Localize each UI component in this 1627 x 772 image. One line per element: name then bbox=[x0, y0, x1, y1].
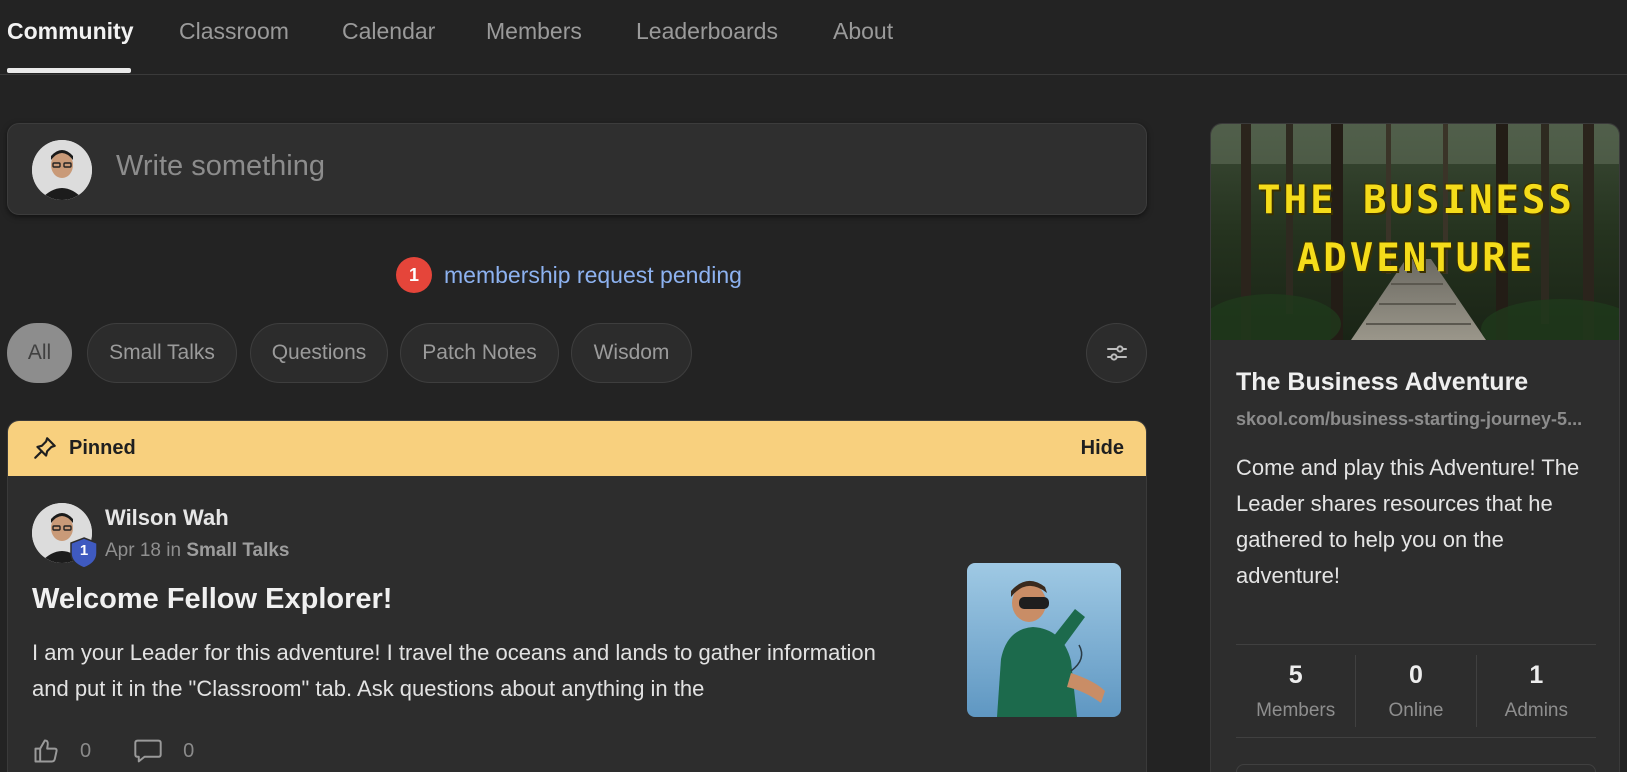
comment-button[interactable]: 0 bbox=[133, 738, 194, 764]
stat-online-label: Online bbox=[1388, 700, 1444, 721]
stat-members-label: Members bbox=[1256, 700, 1336, 721]
like-button[interactable]: 0 bbox=[32, 737, 91, 765]
post-category-link[interactable]: Small Talks bbox=[186, 540, 289, 561]
membership-request-link[interactable]: 1 membership request pending bbox=[396, 256, 742, 294]
sidebar-next-section bbox=[1236, 764, 1596, 772]
like-count: 0 bbox=[80, 739, 92, 762]
group-name: The Business Adventure bbox=[1236, 368, 1529, 396]
filter-chip-all[interactable]: All bbox=[7, 323, 72, 383]
level-badge: 1 bbox=[70, 537, 98, 569]
group-description: Come and play this Adventure! The Leader… bbox=[1236, 455, 1580, 588]
filter-chip-wisdom[interactable]: Wisdom bbox=[571, 323, 692, 383]
banner-title-line1: THE BUSINESS bbox=[1257, 178, 1575, 223]
thumbs-up-icon bbox=[34, 739, 58, 763]
comment-count: 0 bbox=[183, 739, 195, 762]
pinned-banner: Pinned Hide bbox=[8, 421, 1146, 476]
tab-members[interactable]: Members bbox=[486, 18, 582, 45]
post-composer[interactable]: Write something bbox=[7, 123, 1147, 215]
post-title[interactable]: Welcome Fellow Explorer! bbox=[32, 583, 392, 616]
group-banner[interactable]: THE BUSINESS ADVENTURE bbox=[1211, 124, 1619, 340]
hide-button[interactable]: Hide bbox=[1081, 437, 1124, 460]
pinned-post-card[interactable]: Pinned Hide 1 Wilson Wah Apr 18 in Small… bbox=[7, 420, 1147, 772]
group-info-card: THE BUSINESS ADVENTURE The Business Adve… bbox=[1210, 123, 1620, 772]
group-url[interactable]: skool.com/business-starting-journey-5... bbox=[1236, 409, 1606, 430]
pin-icon bbox=[34, 437, 56, 459]
post-meta: Apr 18 in Small Talks bbox=[105, 540, 290, 562]
post-in-word: in bbox=[166, 540, 182, 561]
post-thumbnail[interactable] bbox=[967, 563, 1121, 717]
pending-text[interactable]: membership request pending bbox=[444, 262, 742, 289]
tab-about[interactable]: About bbox=[833, 18, 893, 45]
top-nav: Community Classroom Calendar Members Lea… bbox=[0, 0, 1627, 75]
sliders-icon bbox=[1106, 345, 1127, 361]
write-something-input[interactable]: Write something bbox=[116, 150, 325, 183]
author-name[interactable]: Wilson Wah bbox=[105, 505, 229, 531]
stat-online-value: 0 bbox=[1409, 661, 1423, 689]
active-tab-indicator bbox=[7, 68, 131, 73]
user-avatar[interactable] bbox=[32, 140, 92, 200]
stat-admins-value: 1 bbox=[1529, 661, 1544, 689]
filter-chip-questions[interactable]: Questions bbox=[250, 323, 388, 383]
banner-title-line2: ADVENTURE bbox=[1296, 236, 1536, 281]
stat-members[interactable]: 5 Members bbox=[1236, 645, 1355, 737]
pending-count-badge: 1 bbox=[396, 257, 432, 293]
tab-community[interactable]: Community bbox=[7, 18, 134, 45]
stat-admins-label: Admins bbox=[1504, 700, 1568, 721]
post-body: I am your Leader for this adventure! I t… bbox=[32, 640, 876, 701]
stat-admins[interactable]: 1 Admins bbox=[1475, 655, 1596, 727]
filter-settings-button[interactable] bbox=[1086, 323, 1147, 383]
tab-leaderboards[interactable]: Leaderboards bbox=[636, 18, 778, 45]
tab-classroom[interactable]: Classroom bbox=[179, 18, 289, 45]
post-date: Apr 18 bbox=[105, 540, 161, 561]
tab-calendar[interactable]: Calendar bbox=[342, 18, 435, 45]
post-actions: 0 0 bbox=[32, 737, 236, 765]
filter-chip-small-talks[interactable]: Small Talks bbox=[87, 323, 237, 383]
stat-members-value: 5 bbox=[1288, 661, 1303, 689]
stat-online[interactable]: 0 Online bbox=[1355, 655, 1475, 727]
group-stats: 5 Members 0 Online 1 Admins bbox=[1236, 644, 1596, 738]
pinned-label: Pinned bbox=[69, 437, 136, 459]
comment-icon bbox=[134, 739, 162, 763]
filter-chip-patch-notes[interactable]: Patch Notes bbox=[400, 323, 559, 383]
